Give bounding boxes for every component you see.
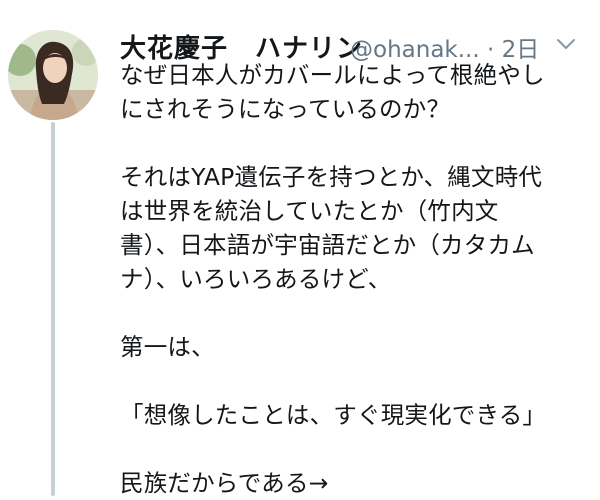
- chevron-down-icon[interactable]: [554, 32, 578, 56]
- text-line: にされそうになっているのか？: [120, 95, 451, 123]
- thread-line: [51, 122, 55, 496]
- text-line: 書）、日本語が宇宙語だとか（カタカム: [120, 231, 535, 259]
- text-line: 「想像したことは、すぐ現実化できる」: [120, 401, 547, 429]
- user-avatar-icon: [8, 30, 98, 120]
- text-line: それはYAP遺伝子を持つとか、縄文時代: [120, 163, 543, 191]
- text-line: は世界を統治していたとか（竹内文: [120, 197, 499, 225]
- text-line: 第一は、: [120, 333, 215, 361]
- avatar[interactable]: [8, 30, 98, 120]
- text-line: 民族だからである→: [120, 469, 329, 497]
- tweet-text: なぜ日本人がカバールによって根絶やし にされそうになっているのか？ それはYAP…: [120, 58, 590, 500]
- text-line: ナ）、いろいろあるけど、: [120, 265, 392, 293]
- tweet[interactable]: 大花慶子 ハナリン @ohanak... · 2日 なぜ日本人がカバールによって…: [0, 0, 600, 497]
- text-line: なぜ日本人がカバールによって根絶やし: [120, 61, 545, 89]
